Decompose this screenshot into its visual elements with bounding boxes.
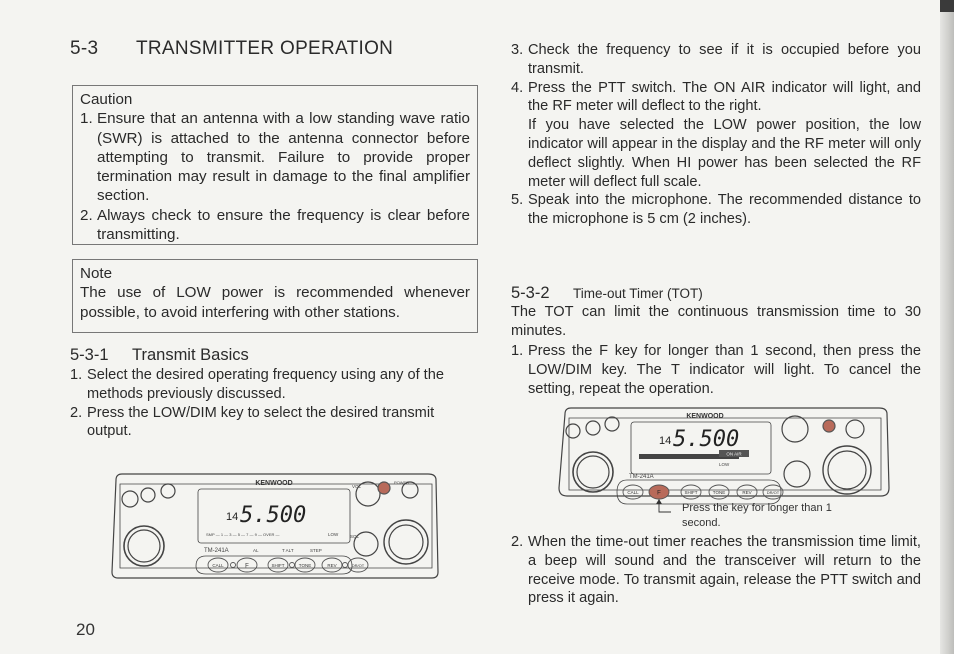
- svg-text:T ALT: T ALT: [282, 548, 294, 553]
- subsection-number: 5-3-2: [511, 284, 550, 302]
- radio-front-panel-illustration: KENWOOD 14 5.500 SMP — 1 — 3 — 5 — 7 — 9…: [111, 473, 439, 579]
- frequency-prefix: 14: [226, 511, 238, 523]
- frequency-readout: 5.500: [673, 427, 739, 452]
- svg-text:14: 14: [659, 435, 671, 447]
- subsection-title: Transmit Basics: [132, 346, 249, 364]
- item-number: 2.: [70, 404, 83, 421]
- subsection-title: Time-out Timer (TOT): [573, 286, 703, 301]
- caution-heading: Caution: [80, 91, 133, 108]
- item-number: 5.: [511, 192, 524, 209]
- svg-text:REV: REV: [327, 563, 336, 568]
- callout-line: [658, 500, 671, 513]
- item-text: Check the frequency to see if it is occu…: [528, 42, 921, 77]
- item-text: When the time-out timer reaches the tran…: [528, 534, 921, 607]
- item-extra-text: If you have selected the LOW power posit…: [528, 117, 921, 190]
- svg-text:SHIFT: SHIFT: [685, 490, 698, 495]
- tot-list: 1. Press the F key for longer than 1 seco…: [511, 342, 921, 398]
- item-text: Always check to ensure the frequency is …: [97, 206, 470, 244]
- item-number: 1.: [80, 110, 93, 128]
- item-number: 2.: [511, 534, 524, 550]
- item-number: 1.: [70, 367, 83, 383]
- svg-text:DR/OT: DR/OT: [352, 563, 365, 568]
- item-text: Speak into the microphone. The recommend…: [528, 192, 921, 228]
- item-number: 3.: [511, 42, 524, 58]
- step-item: 1. Select the desired operating frequency…: [70, 366, 470, 404]
- svg-text:AL: AL: [253, 548, 259, 553]
- svg-text:CALL: CALL: [212, 563, 224, 568]
- callout-arrow-icon: [656, 499, 662, 504]
- svg-text:SQL: SQL: [350, 534, 360, 539]
- caution-list: 1. Ensure that an antenna with a low stan…: [80, 109, 470, 244]
- frequency-readout: 5.500: [240, 503, 306, 528]
- section-title: TRANSMITTER OPERATION: [136, 38, 394, 59]
- mic-connector: [822, 445, 872, 495]
- low-dim-button: [377, 481, 391, 495]
- main-dial: [572, 451, 614, 493]
- figure-caption: Press the key for longer than 1 second.: [682, 502, 832, 529]
- item-number: 2.: [80, 206, 93, 224]
- item-text: Select the desired operating frequency u…: [87, 367, 444, 402]
- caution-item: 1. Ensure that an antenna with a low stan…: [80, 109, 470, 205]
- svg-text:LOW: LOW: [719, 462, 730, 467]
- svg-text:VOL: VOL: [352, 484, 362, 489]
- main-dial: [123, 525, 165, 567]
- svg-text:TONE: TONE: [299, 563, 311, 568]
- subsection-heading: 5-3-1 Transmit Basics: [70, 346, 249, 365]
- note-text: The use of LOW power is recommended when…: [80, 284, 470, 321]
- svg-text:TM-241A: TM-241A: [629, 474, 654, 480]
- low-indicator: LOW: [328, 532, 339, 537]
- svg-text:REV: REV: [742, 490, 751, 495]
- item-text: Press the F key for longer than 1 second…: [528, 343, 921, 397]
- item-text: Press the PTT switch. The ON AIR indicat…: [528, 79, 921, 115]
- knob-vfo: [140, 487, 156, 503]
- transmit-basics-list: 1. Select the desired operating frequency…: [70, 366, 470, 441]
- subsection-number: 5-3-1: [70, 346, 109, 364]
- item-text: Press the LOW/DIM key to select the desi…: [87, 404, 435, 440]
- svg-text:ON AIR: ON AIR: [726, 452, 742, 457]
- svg-text:DR/OT: DR/OT: [767, 490, 780, 495]
- note-box: Note The use of LOW power is recommended…: [72, 259, 478, 333]
- knob-vol: [781, 415, 809, 443]
- section-heading: 5-3 TRANSMITTER OPERATION: [70, 38, 393, 60]
- radio-brand-label: KENWOOD: [255, 480, 292, 487]
- power-button: [845, 419, 865, 439]
- item-text: Ensure that an antenna with a low standi…: [97, 110, 470, 205]
- svg-text:SHIFT: SHIFT: [272, 563, 285, 568]
- svg-text:F: F: [245, 564, 249, 570]
- item-number: 4.: [511, 79, 524, 96]
- svg-text:SMP — 1 — 3 — 5 — 7 — 9 — OVER: SMP — 1 — 3 — 5 — 7 — 9 — OVER —: [206, 532, 280, 537]
- page-binding-edge: [940, 0, 954, 654]
- page-number: 20: [76, 620, 95, 639]
- svg-text:CALL: CALL: [627, 490, 639, 495]
- knob-mhv: [121, 490, 139, 508]
- svg-text:POWER: POWER: [394, 480, 409, 485]
- radio-model-label: TM-241A: [204, 548, 229, 554]
- knob-mhz: [160, 483, 176, 499]
- step-item: 3. Check the frequency to see if it is oc…: [511, 41, 921, 79]
- tot-intro: The TOT can limit the continuous transmi…: [511, 304, 921, 339]
- page-binding-shadow: [940, 0, 954, 12]
- step-item: 1. Press the F key for longer than 1 seco…: [511, 342, 921, 398]
- svg-text:TONE: TONE: [713, 490, 725, 495]
- caution-item: 2. Always check to ensure the frequency i…: [80, 206, 470, 245]
- svg-text:STEP: STEP: [310, 548, 322, 553]
- section-number: 5-3: [70, 38, 99, 59]
- knob-sql: [783, 460, 811, 488]
- step-item: 2. Press the LOW/DIM key to select the de…: [70, 404, 470, 442]
- tot-list-continued: 2. When the time-out timer reaches the tr…: [511, 533, 921, 608]
- note-heading: Note: [80, 265, 113, 282]
- item-number: 1.: [511, 343, 524, 359]
- transmit-basics-list-continued: 3. Check the frequency to see if it is oc…: [511, 41, 921, 229]
- step-item: 5. Speak into the microphone. The recomme…: [511, 191, 921, 229]
- step-item: 4. Press the PTT switch. The ON AIR indic…: [511, 79, 921, 192]
- caution-box: Caution 1. Ensure that an antenna with a …: [72, 85, 478, 245]
- subsection-heading: 5-3-2 Time-out Timer (TOT): [511, 284, 703, 303]
- step-item: 2. When the time-out timer reaches the tr…: [511, 533, 921, 608]
- mic-connector: [383, 519, 429, 565]
- svg-text:F: F: [657, 491, 661, 497]
- svg-text:KENWOOD: KENWOOD: [686, 413, 723, 420]
- low-dim-button: [822, 419, 836, 433]
